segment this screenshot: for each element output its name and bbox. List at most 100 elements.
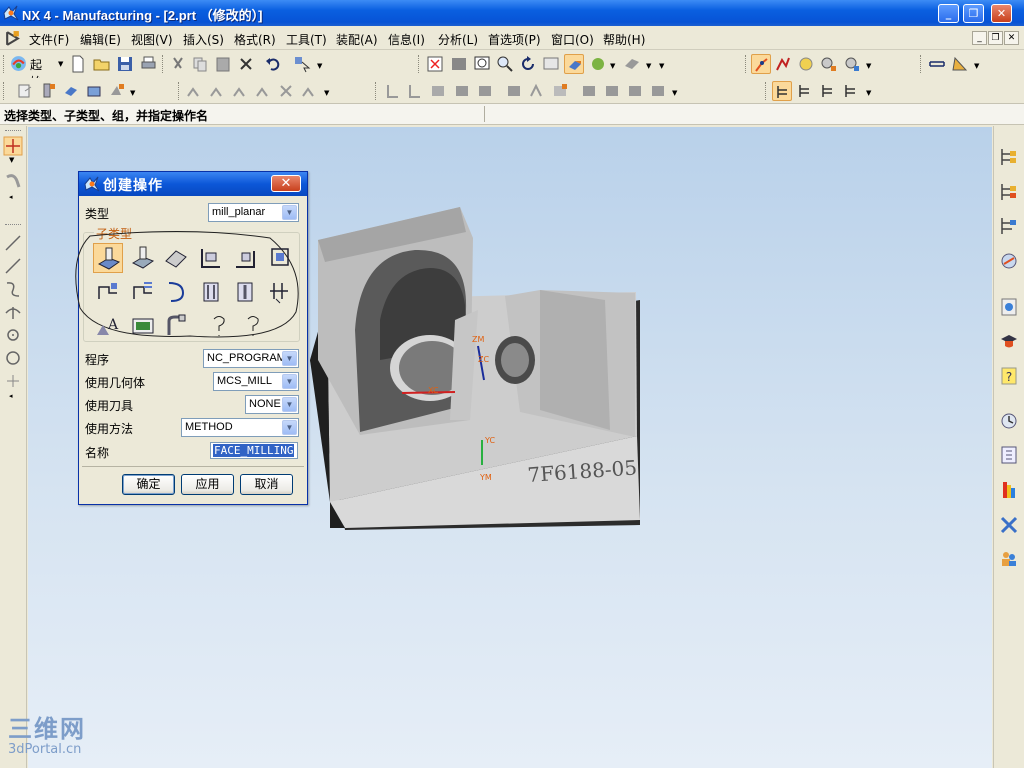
shaded-display-button[interactable]: [564, 54, 584, 74]
doc-minimize-button[interactable]: _: [972, 31, 987, 45]
selection-filter-button[interactable]: [292, 54, 312, 74]
menu-assembly[interactable]: 装配(A): [336, 31, 378, 48]
create-geometry-button[interactable]: [61, 81, 81, 101]
subtype-face-milling[interactable]: [128, 243, 158, 273]
menu-format[interactable]: 格式(R): [234, 31, 276, 48]
chevron-left-icon[interactable]: ◂: [9, 392, 13, 400]
cancel-button[interactable]: 取消: [240, 474, 293, 495]
print-button[interactable]: [138, 54, 158, 74]
chevron-down-icon[interactable]: ▼: [324, 89, 329, 97]
menu-file[interactable]: 文件(F): [29, 31, 69, 48]
tool-path-icon[interactable]: [2, 171, 24, 193]
cut-button[interactable]: [168, 54, 188, 74]
generate-toolpath-button[interactable]: [773, 54, 793, 74]
nc-sim-button[interactable]: [452, 81, 472, 101]
toolbar-grip[interactable]: [3, 55, 6, 73]
geometry-select[interactable]: MCS_MILL ▼: [213, 372, 299, 391]
subtype-planar-profile[interactable]: [230, 243, 260, 273]
subtype-rough-zig[interactable]: [128, 277, 158, 307]
apply-button[interactable]: 应用: [181, 474, 234, 495]
subtype-planar-text[interactable]: A: [93, 311, 123, 341]
machine-navigator-icon[interactable]: [998, 181, 1020, 203]
subtype-thread-milling[interactable]: [264, 277, 294, 307]
nc-verify-button[interactable]: [428, 81, 448, 101]
fit-view-button[interactable]: [425, 54, 445, 74]
verify-toolpath-button[interactable]: [796, 54, 816, 74]
toolbar-grip[interactable]: [5, 224, 21, 225]
copy-button[interactable]: [190, 54, 210, 74]
visualization-icon[interactable]: [998, 479, 1020, 501]
dialog-close-button[interactable]: ✕: [271, 175, 301, 192]
history-icon[interactable]: [998, 410, 1020, 432]
chevron-left-icon[interactable]: ◂: [9, 193, 13, 201]
chevron-down-icon[interactable]: ▼: [610, 62, 615, 70]
chevron-down-icon[interactable]: ▼: [659, 62, 664, 70]
menu-help[interactable]: 帮助(H): [603, 31, 645, 48]
subtype-face-milling-area[interactable]: [93, 243, 123, 273]
subtype-unknown-1[interactable]: [204, 311, 234, 341]
create-program-button[interactable]: [15, 81, 35, 101]
line-icon[interactable]: [2, 255, 24, 277]
postprocess-button[interactable]: [819, 54, 839, 74]
chevron-down-icon[interactable]: ▼: [282, 205, 297, 220]
fillet-icon[interactable]: [2, 301, 24, 323]
paste-object-button[interactable]: [253, 81, 273, 101]
menu-view[interactable]: 视图(V): [131, 31, 173, 48]
create-method-button[interactable]: [84, 81, 104, 101]
spline-icon[interactable]: [2, 278, 24, 300]
measure-button[interactable]: [927, 54, 947, 74]
title-bar[interactable]: NX 4 - Manufacturing - [2.prt （修改的）] _ ❐…: [0, 0, 1024, 26]
subtype-rough-zigzag[interactable]: [93, 277, 123, 307]
zoom-window-button[interactable]: [472, 54, 492, 74]
paste-button[interactable]: [213, 54, 233, 74]
nc-settings-button[interactable]: [648, 81, 668, 101]
document-icon[interactable]: [4, 30, 21, 47]
machine-tool-view-button[interactable]: [795, 81, 815, 101]
nc-list-button[interactable]: [405, 81, 425, 101]
cut-object-button[interactable]: [207, 81, 227, 101]
nc-tool-button[interactable]: [625, 81, 645, 101]
zoom-box-button[interactable]: [449, 54, 469, 74]
chevron-down-icon[interactable]: ▼: [646, 62, 651, 70]
menu-analysis[interactable]: 分析(L): [438, 31, 478, 48]
chevron-down-icon[interactable]: ▼: [866, 89, 871, 97]
chevron-down-icon[interactable]: ▼: [317, 62, 322, 70]
rename-object-button[interactable]: [299, 81, 319, 101]
delete-button[interactable]: [236, 54, 256, 74]
system-materials-icon[interactable]: [998, 444, 1020, 466]
subtype-mill-control[interactable]: [128, 311, 158, 341]
line-icon[interactable]: [2, 232, 24, 254]
chevron-down-icon[interactable]: ▼: [282, 420, 297, 435]
program-order-view-button[interactable]: [772, 81, 792, 101]
doc-close-button[interactable]: ✕: [1004, 31, 1019, 45]
shop-doc-button[interactable]: [842, 54, 862, 74]
toolbar-grip[interactable]: [3, 82, 6, 100]
chevron-down-icon[interactable]: ▼: [866, 62, 871, 70]
maximize-button[interactable]: ❐: [963, 4, 984, 23]
training-icon[interactable]: [998, 330, 1020, 352]
open-file-button[interactable]: [92, 54, 112, 74]
minimize-button[interactable]: _: [938, 4, 959, 23]
copy-object-button[interactable]: [230, 81, 250, 101]
menu-insert[interactable]: 插入(S): [183, 31, 224, 48]
reuse-library-icon[interactable]: [998, 514, 1020, 536]
menu-edit[interactable]: 编辑(E): [80, 31, 121, 48]
menu-tools[interactable]: 工具(T): [286, 31, 327, 48]
create-operation-button[interactable]: [107, 81, 127, 101]
subtype-face-milling-manual[interactable]: [161, 243, 191, 273]
zoom-button[interactable]: [495, 54, 515, 74]
nc-workpiece-button[interactable]: [579, 81, 599, 101]
operation-navigator-icon[interactable]: [998, 146, 1020, 168]
circle-icon[interactable]: [2, 347, 24, 369]
chevron-down-icon[interactable]: ▼: [672, 89, 677, 97]
subtype-unknown-2[interactable]: [238, 311, 268, 341]
snap-point-icon[interactable]: [2, 135, 24, 157]
undo-button[interactable]: [263, 54, 283, 74]
menu-preferences[interactable]: 首选项(P): [488, 31, 541, 48]
save-button[interactable]: [115, 54, 135, 74]
roles-icon[interactable]: [998, 250, 1020, 272]
tool-select[interactable]: NONE ▼: [245, 395, 299, 414]
chevron-down-icon[interactable]: ▼: [9, 156, 14, 164]
geometry-view-button[interactable]: [818, 81, 838, 101]
menu-information[interactable]: 信息(I): [388, 31, 425, 48]
